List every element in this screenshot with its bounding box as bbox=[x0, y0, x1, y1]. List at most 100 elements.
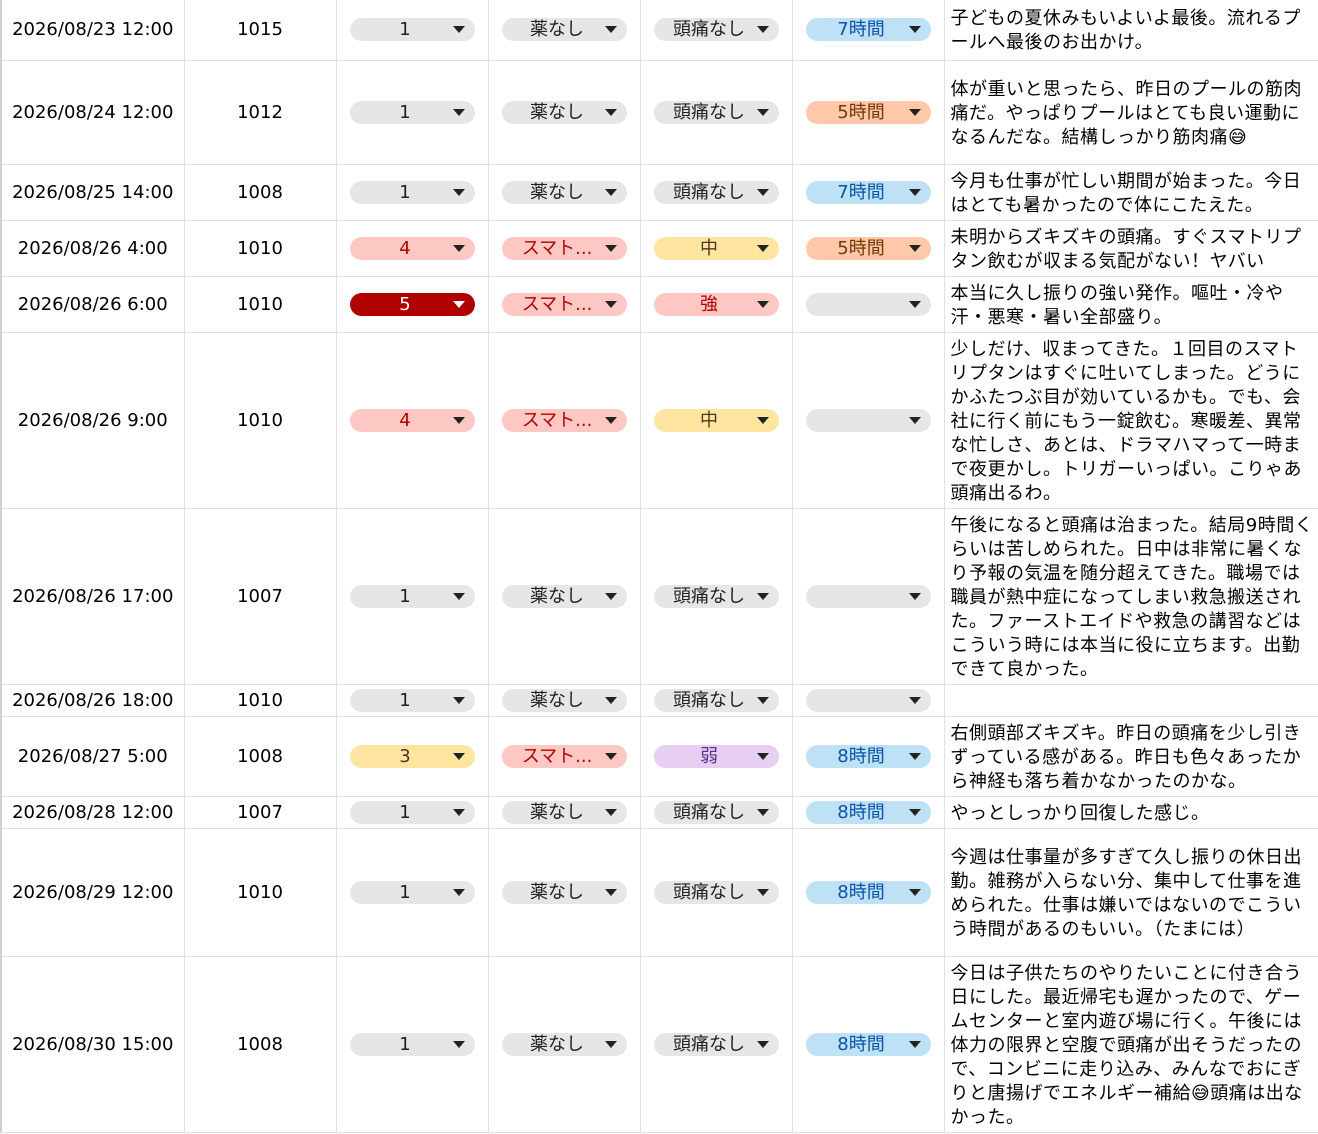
triangle-down-icon[interactable] bbox=[908, 300, 921, 308]
level-dropdown[interactable]: 1 bbox=[349, 1032, 475, 1056]
pressure-cell[interactable]: 1010 bbox=[184, 684, 337, 717]
medicine-dropdown[interactable]: スマト... bbox=[501, 292, 627, 316]
triangle-down-icon[interactable] bbox=[604, 696, 617, 704]
pain-dropdown[interactable]: 頭痛なし bbox=[653, 584, 779, 608]
date-cell[interactable]: 2026/08/26 4:00 bbox=[0, 220, 185, 277]
pain-dropdown[interactable]: 頭痛なし bbox=[653, 880, 779, 904]
triangle-down-icon[interactable] bbox=[452, 888, 465, 896]
triangle-down-icon[interactable] bbox=[908, 808, 921, 816]
note-cell[interactable]: 今週は仕事量が多すぎて久し振りの休日出勤。雑務が入らない分、集中して仕事を進めら… bbox=[944, 828, 1318, 957]
triangle-down-icon[interactable] bbox=[452, 1040, 465, 1048]
pressure-cell[interactable]: 1012 bbox=[184, 60, 337, 165]
level-dropdown[interactable]: 1 bbox=[349, 880, 475, 904]
pain-dropdown[interactable]: 頭痛なし bbox=[653, 688, 779, 712]
medicine-dropdown[interactable]: スマト... bbox=[501, 236, 627, 260]
pain-dropdown[interactable]: 中 bbox=[653, 408, 779, 432]
level-dropdown[interactable]: 1 bbox=[349, 800, 475, 824]
medicine-dropdown[interactable]: 薬なし bbox=[501, 880, 627, 904]
level-dropdown[interactable]: 5 bbox=[349, 292, 475, 316]
date-cell[interactable]: 2026/08/30 15:00 bbox=[0, 956, 185, 1133]
triangle-down-icon[interactable] bbox=[908, 26, 921, 34]
triangle-down-icon[interactable] bbox=[756, 592, 769, 600]
pressure-cell[interactable]: 1010 bbox=[184, 276, 337, 333]
sleep-dropdown[interactable]: 7時間 bbox=[805, 180, 931, 204]
pressure-cell[interactable]: 1007 bbox=[184, 796, 337, 829]
pressure-cell[interactable]: 1008 bbox=[184, 716, 337, 797]
level-dropdown[interactable]: 4 bbox=[349, 236, 475, 260]
pain-dropdown[interactable]: 頭痛なし bbox=[653, 180, 779, 204]
pressure-cell[interactable]: 1008 bbox=[184, 956, 337, 1133]
triangle-down-icon[interactable] bbox=[908, 188, 921, 196]
date-cell[interactable]: 2026/08/28 12:00 bbox=[0, 796, 185, 829]
triangle-down-icon[interactable] bbox=[452, 188, 465, 196]
triangle-down-icon[interactable] bbox=[756, 188, 769, 196]
sleep-dropdown[interactable]: 8時間 bbox=[805, 1032, 931, 1056]
date-cell[interactable]: 2026/08/26 9:00 bbox=[0, 332, 185, 509]
note-cell[interactable]: やっとしっかり回復した感じ。 bbox=[944, 796, 1318, 829]
note-cell[interactable]: 本当に久し振りの強い発作。嘔吐・冷や汗・悪寒・暑い全部盛り。 bbox=[944, 276, 1318, 333]
sleep-dropdown[interactable] bbox=[805, 584, 931, 608]
triangle-down-icon[interactable] bbox=[604, 1040, 617, 1048]
sleep-dropdown[interactable] bbox=[805, 292, 931, 316]
pain-dropdown[interactable]: 中 bbox=[653, 236, 779, 260]
medicine-dropdown[interactable]: 薬なし bbox=[501, 18, 627, 42]
triangle-down-icon[interactable] bbox=[908, 592, 921, 600]
medicine-dropdown[interactable]: スマト... bbox=[501, 408, 627, 432]
pain-dropdown[interactable]: 頭痛なし bbox=[653, 100, 779, 124]
triangle-down-icon[interactable] bbox=[604, 188, 617, 196]
triangle-down-icon[interactable] bbox=[908, 752, 921, 760]
triangle-down-icon[interactable] bbox=[452, 696, 465, 704]
sleep-dropdown[interactable]: 8時間 bbox=[805, 880, 931, 904]
triangle-down-icon[interactable] bbox=[756, 300, 769, 308]
sleep-dropdown[interactable] bbox=[805, 688, 931, 712]
triangle-down-icon[interactable] bbox=[452, 108, 465, 116]
triangle-down-icon[interactable] bbox=[908, 108, 921, 116]
triangle-down-icon[interactable] bbox=[604, 752, 617, 760]
date-cell[interactable]: 2026/08/24 12:00 bbox=[0, 60, 185, 165]
note-cell[interactable]: 午後になると頭痛は治まった。結局9時間くらいは苦しめられた。日中は非常に暑くなり… bbox=[944, 508, 1318, 685]
triangle-down-icon[interactable] bbox=[604, 888, 617, 896]
pressure-cell[interactable]: 1010 bbox=[184, 332, 337, 509]
sleep-dropdown[interactable] bbox=[805, 408, 931, 432]
triangle-down-icon[interactable] bbox=[756, 888, 769, 896]
date-cell[interactable]: 2026/08/29 12:00 bbox=[0, 828, 185, 957]
note-cell[interactable]: 子どもの夏休みもいよいよ最後。流れるプールへ最後のお出かけ。 bbox=[944, 0, 1318, 61]
note-cell[interactable]: 右側頭部ズキズキ。昨日の頭痛を少し引きずっている感がある。昨日も色々あったから神… bbox=[944, 716, 1318, 797]
sleep-dropdown[interactable]: 5時間 bbox=[805, 236, 931, 260]
level-dropdown[interactable]: 1 bbox=[349, 100, 475, 124]
triangle-down-icon[interactable] bbox=[604, 416, 617, 424]
level-dropdown[interactable]: 1 bbox=[349, 180, 475, 204]
date-cell[interactable]: 2026/08/27 5:00 bbox=[0, 716, 185, 797]
triangle-down-icon[interactable] bbox=[908, 1040, 921, 1048]
triangle-down-icon[interactable] bbox=[756, 26, 769, 34]
sleep-dropdown[interactable]: 8時間 bbox=[805, 744, 931, 768]
triangle-down-icon[interactable] bbox=[756, 416, 769, 424]
triangle-down-icon[interactable] bbox=[452, 592, 465, 600]
triangle-down-icon[interactable] bbox=[604, 108, 617, 116]
level-dropdown[interactable]: 1 bbox=[349, 584, 475, 608]
triangle-down-icon[interactable] bbox=[604, 244, 617, 252]
medicine-dropdown[interactable]: 薬なし bbox=[501, 584, 627, 608]
triangle-down-icon[interactable] bbox=[756, 1040, 769, 1048]
triangle-down-icon[interactable] bbox=[604, 592, 617, 600]
date-cell[interactable]: 2026/08/26 6:00 bbox=[0, 276, 185, 333]
pain-dropdown[interactable]: 頭痛なし bbox=[653, 800, 779, 824]
date-cell[interactable]: 2026/08/26 17:00 bbox=[0, 508, 185, 685]
level-dropdown[interactable]: 1 bbox=[349, 688, 475, 712]
pain-dropdown[interactable]: 頭痛なし bbox=[653, 18, 779, 42]
level-dropdown[interactable]: 3 bbox=[349, 744, 475, 768]
sleep-dropdown[interactable]: 7時間 bbox=[805, 18, 931, 42]
triangle-down-icon[interactable] bbox=[908, 244, 921, 252]
pain-dropdown[interactable]: 頭痛なし bbox=[653, 1032, 779, 1056]
triangle-down-icon[interactable] bbox=[452, 752, 465, 760]
level-dropdown[interactable]: 4 bbox=[349, 408, 475, 432]
triangle-down-icon[interactable] bbox=[908, 416, 921, 424]
date-cell[interactable]: 2026/08/25 14:00 bbox=[0, 164, 185, 221]
triangle-down-icon[interactable] bbox=[452, 416, 465, 424]
triangle-down-icon[interactable] bbox=[908, 696, 921, 704]
medicine-dropdown[interactable]: 薬なし bbox=[501, 800, 627, 824]
sleep-dropdown[interactable]: 8時間 bbox=[805, 800, 931, 824]
pressure-cell[interactable]: 1010 bbox=[184, 220, 337, 277]
triangle-down-icon[interactable] bbox=[604, 26, 617, 34]
pressure-cell[interactable]: 1015 bbox=[184, 0, 337, 61]
